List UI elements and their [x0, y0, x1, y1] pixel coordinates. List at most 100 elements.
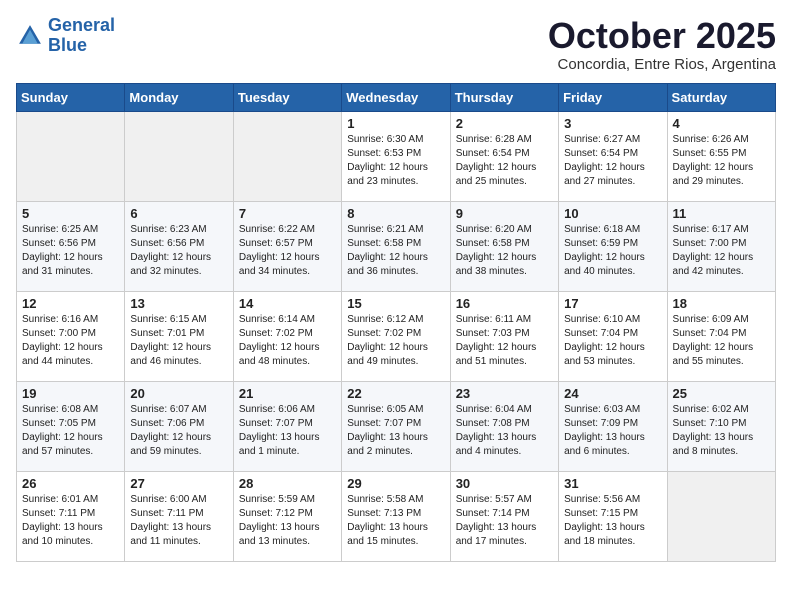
day-info: Sunrise: 6:20 AMSunset: 6:58 PMDaylight:…	[456, 223, 553, 279]
day-info-line: and 40 minutes.	[564, 266, 635, 277]
day-info-line: and 13 minutes.	[239, 536, 310, 547]
day-info-line: Daylight: 12 hours	[239, 252, 320, 263]
day-info-line: and 29 minutes.	[673, 176, 744, 187]
day-info-line: Sunset: 7:07 PM	[347, 418, 421, 429]
day-info-line: and 34 minutes.	[239, 266, 310, 277]
day-info-line: Sunset: 7:06 PM	[130, 418, 204, 429]
day-info-line: Sunrise: 6:02 AM	[673, 404, 749, 415]
calendar-cell: 16Sunrise: 6:11 AMSunset: 7:03 PMDayligh…	[450, 291, 558, 381]
day-info: Sunrise: 6:07 AMSunset: 7:06 PMDaylight:…	[130, 403, 227, 459]
weekday-header: Saturday	[667, 83, 775, 111]
day-info-line: and 15 minutes.	[347, 536, 418, 547]
day-info-line: Daylight: 13 hours	[347, 522, 428, 533]
day-info-line: Sunrise: 6:12 AM	[347, 314, 423, 325]
day-number: 5	[22, 206, 119, 221]
day-info-line: Daylight: 12 hours	[564, 342, 645, 353]
calendar-cell: 17 Sunrise: 6:10 AMSunset: 7:04 PMDayligh…	[559, 291, 667, 381]
day-info-line: Sunset: 7:05 PM	[22, 418, 96, 429]
calendar-cell: 1Sunrise: 6:30 AMSunset: 6:53 PMDaylight…	[342, 111, 450, 201]
day-number: 27	[130, 476, 227, 491]
day-info-line: Daylight: 12 hours	[564, 162, 645, 173]
weekday-header: Thursday	[450, 83, 558, 111]
day-info: Sunrise: 6:16 AMSunset: 7:00 PMDaylight:…	[22, 313, 119, 369]
weekday-header: Friday	[559, 83, 667, 111]
day-info-line: Daylight: 12 hours	[673, 162, 754, 173]
logo-line2: Blue	[48, 35, 87, 55]
day-info: Sunrise: 5:56 AMSunset: 7:15 PMDaylight:…	[564, 493, 661, 549]
day-info-line: Sunrise: 6:04 AM	[456, 404, 532, 415]
day-number: 28	[239, 476, 336, 491]
day-info-line: and 42 minutes.	[673, 266, 744, 277]
day-info-line: Sunrise: 6:18 AM	[564, 224, 640, 235]
day-number: 22	[347, 386, 444, 401]
day-info: Sunrise: 5:58 AM Sunset: 7:13 PM Daylight:…	[347, 493, 444, 549]
calendar-cell: 23Sunrise: 6:04 AMSunset: 7:08 PMDayligh…	[450, 381, 558, 471]
day-info-line: Daylight: 13 hours	[22, 522, 103, 533]
logo-icon	[16, 22, 44, 50]
day-info: Sunrise: 6:21 AMSunset: 6:58 PMDaylight:…	[347, 223, 444, 279]
day-info-line: Sunset: 7:00 PM	[22, 328, 96, 339]
day-info-line: and 53 minutes.	[564, 356, 635, 367]
day-info: Sunrise: 6:01 AMSunset: 7:11 PMDaylight:…	[22, 493, 119, 549]
day-info-line: Daylight: 12 hours	[456, 252, 537, 263]
day-info: Sunrise: 6:14 AMSunset: 7:02 PMDaylight:…	[239, 313, 336, 369]
day-info-line: Sunrise: 6:26 AM	[673, 134, 749, 145]
day-info-line: and 38 minutes.	[456, 266, 527, 277]
day-number: 17	[564, 296, 661, 311]
calendar-cell: 15Sunrise: 6:12 AMSunset: 7:02 PMDayligh…	[342, 291, 450, 381]
day-info-line: Sunset: 6:54 PM	[456, 148, 530, 159]
day-info-line: and 18 minutes.	[564, 536, 635, 547]
day-info-line: Sunset: 7:04 PM	[564, 328, 638, 339]
day-info-line: Sunset: 7:04 PM	[673, 328, 747, 339]
day-info: Sunrise: 6:03 AMSunset: 7:09 PMDaylight:…	[564, 403, 661, 459]
day-info-line: Daylight: 13 hours	[347, 432, 428, 443]
day-info-line: Sunrise: 6:03 AM	[564, 404, 640, 415]
calendar-cell: 4Sunrise: 6:26 AMSunset: 6:55 PMDaylight…	[667, 111, 775, 201]
day-info-line: Sunset: 6:56 PM	[130, 238, 204, 249]
day-info-line: and 23 minutes.	[347, 176, 418, 187]
day-info-line: Sunset: 7:15 PM	[564, 508, 638, 519]
calendar-cell: 7Sunrise: 6:22 AMSunset: 6:57 PMDaylight…	[233, 201, 341, 291]
day-info-line: Daylight: 12 hours	[347, 252, 428, 263]
day-info: Sunrise: 6:17 AMSunset: 7:00 PMDaylight:…	[673, 223, 770, 279]
logo-text: General Blue	[48, 16, 115, 56]
calendar-cell: 12Sunrise: 6:16 AMSunset: 7:00 PMDayligh…	[17, 291, 125, 381]
calendar-week-row: 5Sunrise: 6:25 AMSunset: 6:56 PMDaylight…	[17, 201, 776, 291]
calendar-cell: 6Sunrise: 6:23 AMSunset: 6:56 PMDaylight…	[125, 201, 233, 291]
day-info-line: Sunset: 7:09 PM	[564, 418, 638, 429]
day-info-line: and 48 minutes.	[239, 356, 310, 367]
day-number: 7	[239, 206, 336, 221]
day-number: 19	[22, 386, 119, 401]
day-info-line: and 31 minutes.	[22, 266, 93, 277]
day-info: Sunrise: 6:27 AMSunset: 6:54 PMDaylight:…	[564, 133, 661, 189]
day-number: 8	[347, 206, 444, 221]
day-info-line: Sunset: 6:53 PM	[347, 148, 421, 159]
weekday-header: Monday	[125, 83, 233, 111]
day-info-line: Sunset: 7:03 PM	[456, 328, 530, 339]
day-info-line: Sunrise: 5:58 AM	[347, 494, 423, 505]
day-info-line: Sunrise: 6:21 AM	[347, 224, 423, 235]
day-info-line: Sunset: 7:02 PM	[239, 328, 313, 339]
day-info-line: and 17 minutes.	[456, 536, 527, 547]
day-info-line: Sunrise: 6:14 AM	[239, 314, 315, 325]
day-info-line: Sunrise: 6:07 AM	[130, 404, 206, 415]
day-info-line: Daylight: 12 hours	[564, 252, 645, 263]
day-info-line: Sunset: 6:58 PM	[456, 238, 530, 249]
logo-line1: General	[48, 15, 115, 35]
day-info-line: Sunrise: 6:17 AM	[673, 224, 749, 235]
day-info: Sunrise: 6:10 AMSunset: 7:04 PMDaylight:…	[564, 313, 661, 369]
day-info-line: Sunrise: 6:22 AM	[239, 224, 315, 235]
day-info: Sunrise: 6:18 AMSunset: 6:59 PMDaylight:…	[564, 223, 661, 279]
day-info-line: Sunrise: 6:01 AM	[22, 494, 98, 505]
day-info-line: Daylight: 12 hours	[22, 342, 103, 353]
calendar-cell	[17, 111, 125, 201]
day-number: 24	[564, 386, 661, 401]
calendar-cell: 24Sunrise: 6:03 AMSunset: 7:09 PMDayligh…	[559, 381, 667, 471]
day-info-line: and 32 minutes.	[130, 266, 201, 277]
day-info: Sunrise: 6:05 AMSunset: 7:07 PMDaylight:…	[347, 403, 444, 459]
day-info: Sunrise: 6:09 AMSunset: 7:04 PMDaylight:…	[673, 313, 770, 369]
day-info: Sunrise: 6:15 AMSunset: 7:01 PMDaylight:…	[130, 313, 227, 369]
day-info-line: Sunset: 7:13 PM	[347, 508, 421, 519]
day-info-line: and 55 minutes.	[673, 356, 744, 367]
day-info-line: Sunrise: 6:27 AM	[564, 134, 640, 145]
